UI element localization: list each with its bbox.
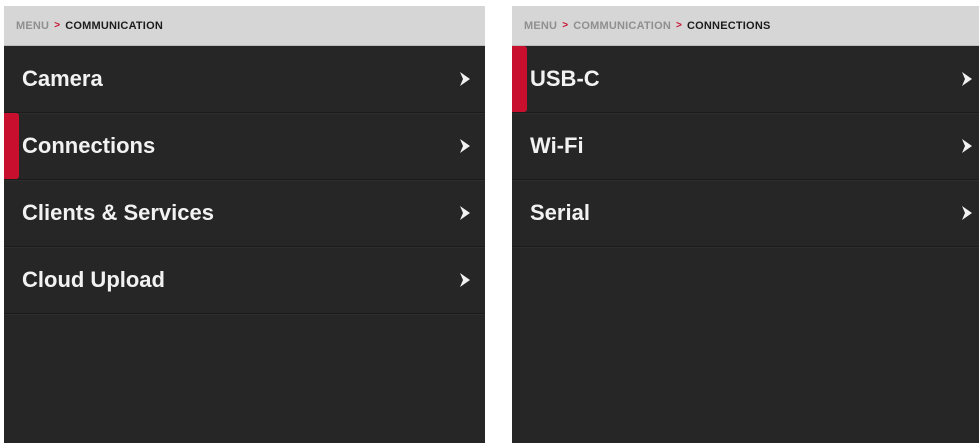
breadcrumb-separator: > [54, 20, 61, 31]
chevron-right-icon [455, 69, 475, 89]
menu-item-serial[interactable]: Serial [512, 180, 979, 247]
breadcrumb-separator: > [675, 20, 683, 31]
menu-item-label: Cloud Upload [22, 267, 165, 292]
connections-menu-screen: MENU > COMMUNICATION > CONNECTIONS USB-C… [512, 6, 979, 443]
breadcrumb-communication[interactable]: COMMUNICATION [573, 20, 671, 32]
selection-indicator [512, 46, 527, 112]
breadcrumb-separator: > [562, 20, 569, 31]
menu-item-connections[interactable]: Connections [4, 113, 485, 180]
chevron-right-icon [455, 136, 475, 156]
menu-list: Camera Connections Clients & Services Cl… [4, 46, 485, 314]
breadcrumb-communication: COMMUNICATION [65, 19, 163, 32]
menu-item-label: Clients & Services [22, 200, 214, 225]
chevron-right-icon [957, 203, 977, 223]
chevron-right-icon [957, 136, 977, 156]
menu-item-label: Connections [22, 133, 156, 158]
menu-item-camera[interactable]: Camera [4, 46, 485, 113]
breadcrumb: MENU > COMMUNICATION > CONNECTIONS [512, 6, 979, 46]
menu-item-label: USB-C [530, 66, 600, 91]
breadcrumb-menu[interactable]: MENU [16, 20, 49, 32]
menu-item-clients-services[interactable]: Clients & Services [4, 180, 485, 247]
selection-indicator [4, 113, 19, 179]
menu-item-cloud-upload[interactable]: Cloud Upload [4, 247, 485, 314]
menu-list: USB-C Wi-Fi Serial [512, 46, 979, 247]
menu-item-wi-fi[interactable]: Wi-Fi [512, 113, 979, 180]
menu-item-usb-c[interactable]: USB-C [512, 46, 979, 113]
breadcrumb: MENU > COMMUNICATION [4, 6, 485, 46]
chevron-right-icon [455, 203, 475, 223]
breadcrumb-connections: CONNECTIONS [687, 19, 771, 32]
chevron-right-icon [957, 69, 977, 89]
menu-item-label: Camera [22, 66, 103, 91]
communication-menu-screen: MENU > COMMUNICATION Camera Connections … [4, 6, 485, 443]
breadcrumb-menu[interactable]: MENU [524, 20, 557, 32]
chevron-right-icon [455, 270, 475, 290]
menu-item-label: Serial [530, 200, 590, 225]
menu-item-label: Wi-Fi [530, 133, 584, 158]
